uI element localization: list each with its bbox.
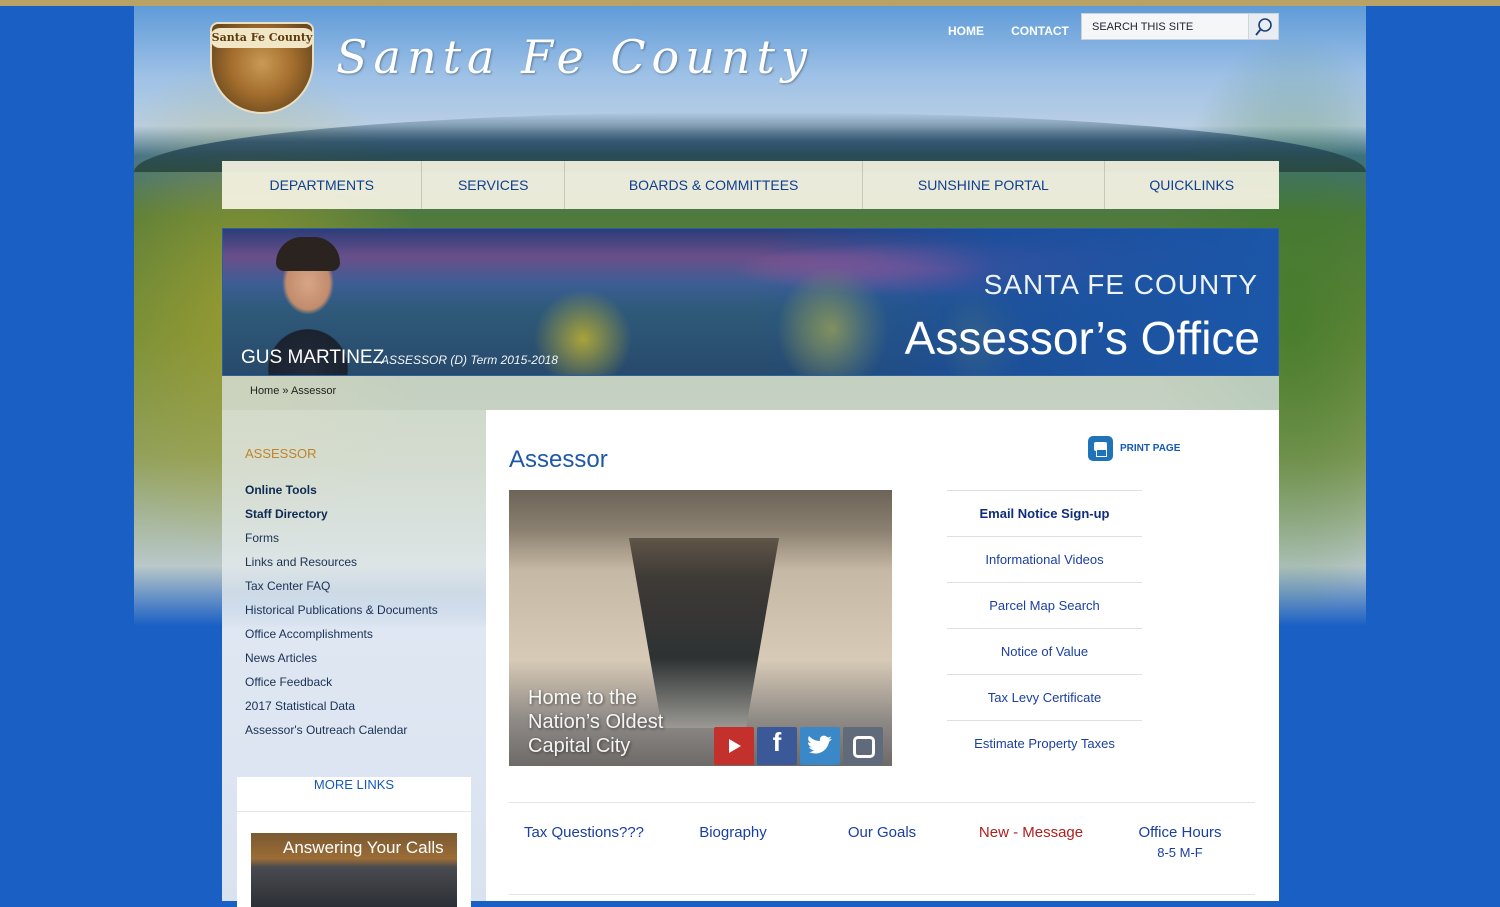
new-message-link[interactable]: New - Message [951,824,1111,841]
feature-photo: Home to the Nation’s Oldest Capital City… [509,490,892,766]
official-title: ASSESSOR (D) Term 2015-2018 [381,353,558,367]
site-search [1081,13,1279,40]
content-divider-bottom [509,894,1255,895]
facebook-icon[interactable]: f [757,727,797,765]
printer-icon[interactable] [1088,436,1113,461]
more-links-heading[interactable]: MORE LINKS [237,777,471,812]
sidebar-item-news-articles[interactable]: News Articles [245,650,438,674]
nav-sunshine-portal[interactable]: SUNSHINE PORTAL [863,161,1105,209]
sidebar-item-statistical-data[interactable]: 2017 Statistical Data [245,698,438,722]
sidebar-item-historical-publications[interactable]: Historical Publications & Documents [245,602,438,626]
caption-line-3: Capital City [528,735,631,757]
instagram-icon[interactable] [843,727,883,765]
tax-levy-certificate-link[interactable]: Tax Levy Certificate [947,674,1142,720]
sidebar-item-links-resources[interactable]: Links and Resources [245,554,438,578]
main-navigation: DEPARTMENTS SERVICES BOARDS & COMMITTEES… [222,161,1279,209]
page-title: Assessor [509,446,608,473]
notice-of-value-link[interactable]: Notice of Value [947,628,1142,674]
promo-text: Answering Your Calls [283,838,444,857]
assessor-quicklinks: Email Notice Sign-up Informational Video… [947,490,1142,766]
content-divider [509,802,1255,803]
sidebar: ASSESSOR Online Tools Staff Directory Fo… [222,410,486,907]
sidebar-item-office-feedback[interactable]: Office Feedback [245,674,438,698]
nav-quicklinks[interactable]: QUICKLINKS [1105,161,1280,209]
sidebar-item-outreach-calendar[interactable]: Assessor's Outreach Calendar [245,722,438,746]
banner-office-name: Assessor’s Office [904,312,1260,364]
home-link[interactable]: HOME [948,24,984,38]
parcel-map-search-link[interactable]: Parcel Map Search [947,582,1142,628]
caption-line-1: Home to the [528,687,637,709]
nav-boards-committees[interactable]: BOARDS & COMMITTEES [565,161,864,209]
sidebar-item-tax-center-faq[interactable]: Tax Center FAQ [245,578,438,602]
logo-banner-text: Santa Fe County [210,28,314,48]
youtube-icon[interactable] [714,727,754,765]
sidebar-item-staff-directory[interactable]: Staff Directory [245,506,438,530]
photo-caption: Home to the Nation’s Oldest Capital City [528,686,663,758]
caption-line-2: Nation’s Oldest [528,711,664,733]
office-hours-label: Office Hours [1138,824,1222,841]
site-title[interactable]: Santa Fe County [336,30,813,84]
biography-link[interactable]: Biography [653,824,813,841]
breadcrumb[interactable]: Home » Assessor [250,385,336,397]
print-page-link[interactable]: PRINT PAGE [1120,443,1180,454]
office-hours-value: 8-5 M-F [1157,845,1203,860]
twitter-icon[interactable] [800,727,840,765]
tax-questions-link[interactable]: Tax Questions??? [504,824,664,841]
informational-videos-link[interactable]: Informational Videos [947,536,1142,582]
department-banner: GUS MARTINEZ ASSESSOR (D) Term 2015-2018… [222,228,1279,376]
nav-services[interactable]: SERVICES [422,161,566,209]
estimate-property-taxes-link[interactable]: Estimate Property Taxes [947,720,1142,766]
sidebar-item-forms[interactable]: Forms [245,530,438,554]
search-input[interactable] [1082,14,1262,39]
official-name: GUS MARTINEZ [241,347,385,368]
office-hours-link[interactable]: Office Hours 8-5 M-F [1100,824,1260,860]
sidebar-menu: Online Tools Staff Directory Forms Links… [245,482,438,746]
more-links-panel: MORE LINKS Answering Your Calls [237,777,471,907]
nav-departments[interactable]: DEPARTMENTS [222,161,423,209]
sidebar-heading[interactable]: ASSESSOR [245,446,317,461]
banner-county-name: SANTA FE COUNTY [983,269,1258,300]
top-utility-nav: HOME CONTACT [948,20,1091,39]
answering-calls-promo[interactable]: Answering Your Calls [251,833,457,907]
our-goals-link[interactable]: Our Goals [802,824,962,841]
sidebar-item-online-tools[interactable]: Online Tools [245,482,438,506]
email-notice-signup-link[interactable]: Email Notice Sign-up [947,490,1142,536]
search-icon[interactable] [1248,14,1278,39]
sidebar-item-office-accomplishments[interactable]: Office Accomplishments [245,626,438,650]
breadcrumb-bar: Home » Assessor [222,376,1279,410]
main-content: PRINT PAGE Assessor Home to the Nation’s… [486,410,1279,901]
contact-link[interactable]: CONTACT [1011,24,1069,38]
